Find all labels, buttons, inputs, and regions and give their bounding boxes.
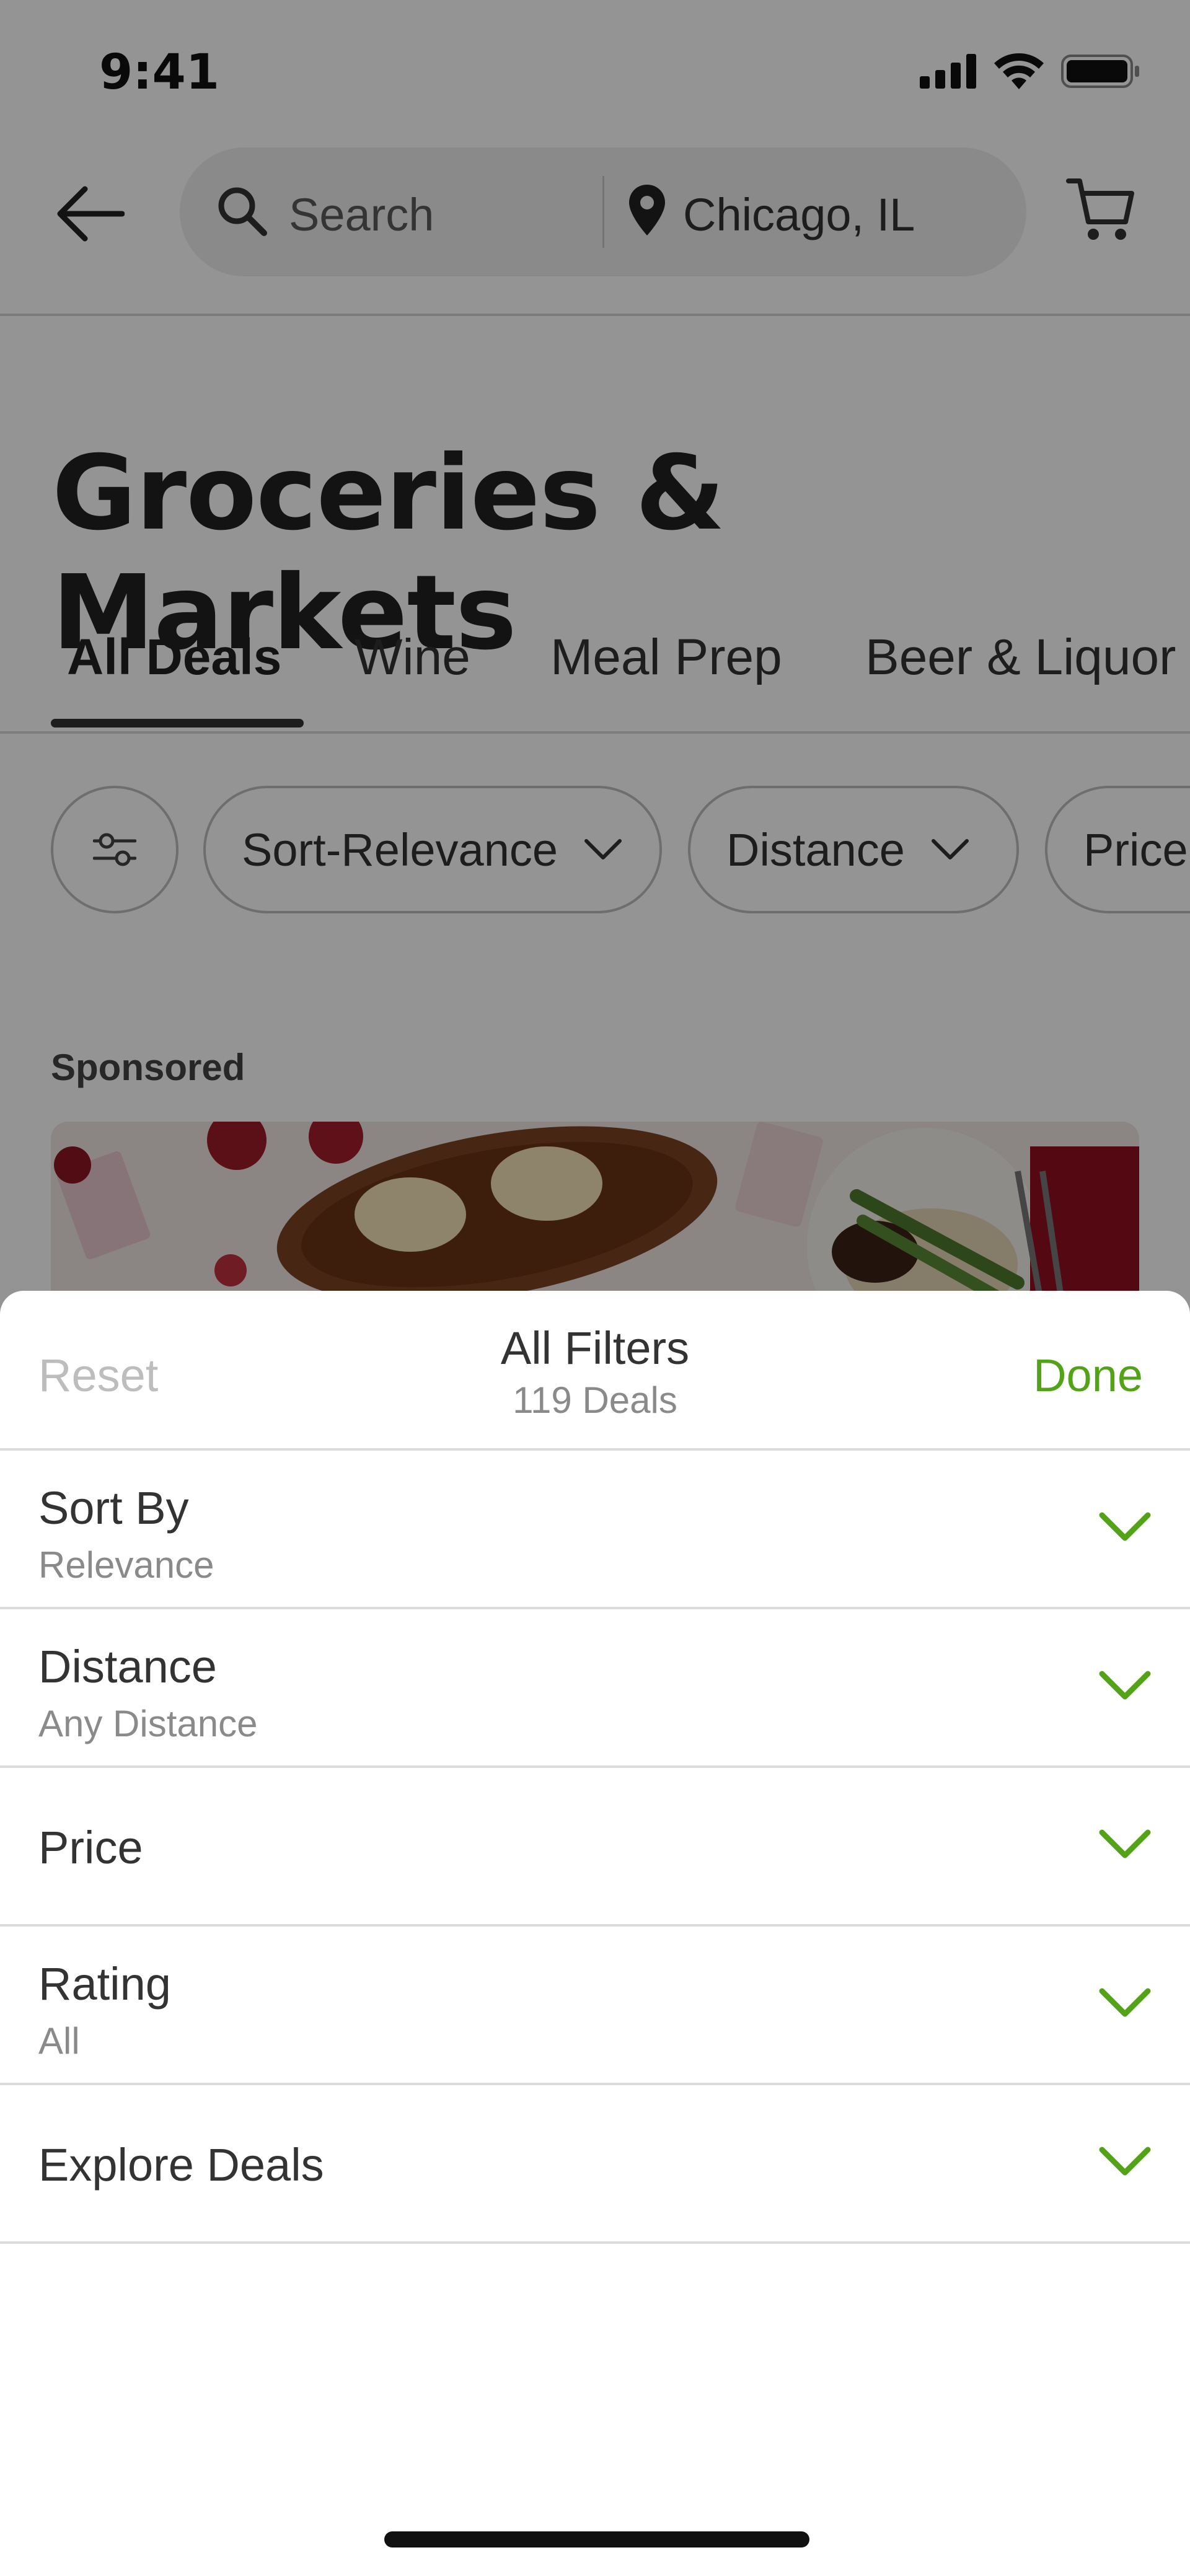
filter-row-label: Price xyxy=(38,1822,143,1873)
filter-row-sort-by[interactable]: Sort By Relevance xyxy=(0,1451,1190,1609)
filters-sheet: Reset All Filters 119 Deals Done Sort By… xyxy=(0,1291,1190,2576)
chevron-down-icon xyxy=(1099,1671,1151,1700)
deals-count: 119 Deals xyxy=(513,1379,677,1421)
filter-row-label: Distance xyxy=(38,1641,217,1692)
filter-row-explore-deals[interactable]: Explore Deals xyxy=(0,2085,1190,2244)
filter-row-value: All xyxy=(38,2020,80,2062)
filter-row-value: Any Distance xyxy=(38,1703,258,1744)
chevron-down-icon xyxy=(1099,2147,1151,2176)
filter-row-label: Sort By xyxy=(38,1482,189,1534)
filter-row-price[interactable]: Price xyxy=(0,1768,1190,1927)
home-indicator[interactable] xyxy=(384,2531,809,2547)
filter-row-rating[interactable]: Rating All xyxy=(0,1927,1190,2085)
chevron-down-icon xyxy=(1099,1512,1151,1541)
filter-row-label: Rating xyxy=(38,1958,171,2010)
sheet-title: All Filters xyxy=(500,1322,690,1374)
filter-row-label: Explore Deals xyxy=(38,2139,324,2191)
filter-row-value: Relevance xyxy=(38,1544,214,1586)
chevron-down-icon xyxy=(1099,1829,1151,1858)
filter-row-distance[interactable]: Distance Any Distance xyxy=(0,1609,1190,1768)
sheet-header: Reset All Filters 119 Deals Done xyxy=(0,1291,1190,1451)
done-button[interactable]: Done xyxy=(1033,1349,1143,1402)
chevron-down-icon xyxy=(1099,1988,1151,2017)
